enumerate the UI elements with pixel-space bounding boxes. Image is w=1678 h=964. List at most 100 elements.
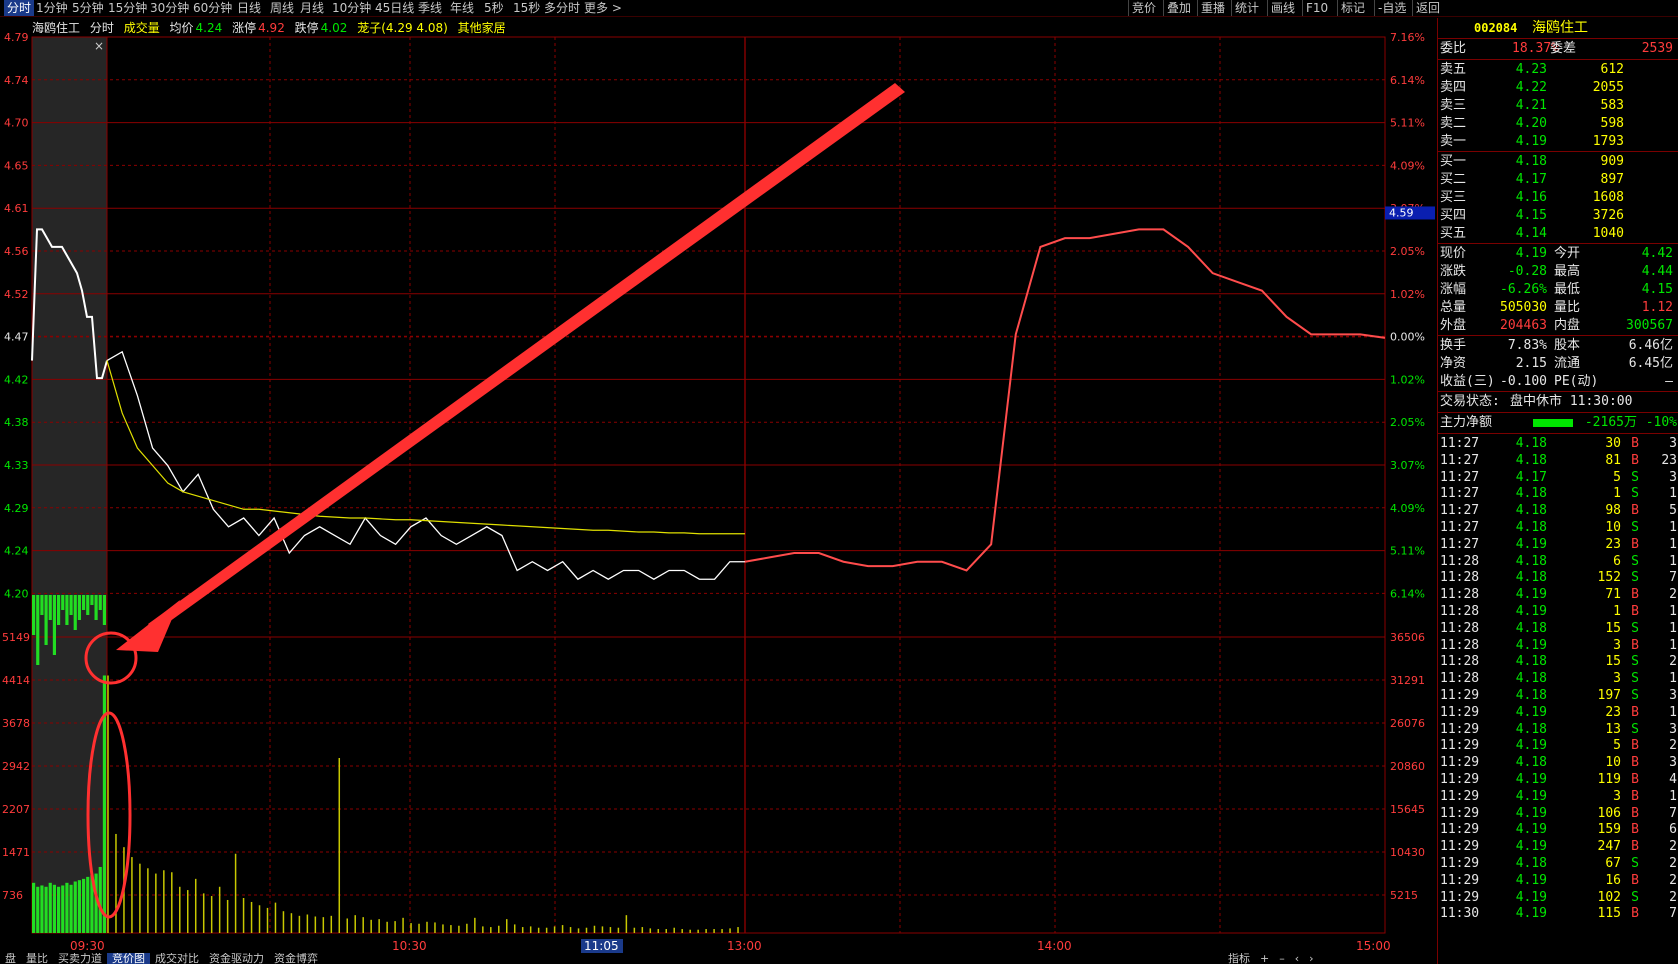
tick-count: 2	[1669, 587, 1677, 603]
tick-direction: B	[1631, 536, 1639, 552]
price-line	[106, 350, 745, 581]
price-tick-label: 4.20	[4, 587, 29, 600]
bottom-tab-6[interactable]: 资金博弈	[269, 953, 323, 964]
auction-volume-bar	[52, 884, 56, 933]
tick-count: 1	[1669, 604, 1677, 619]
quote-label: 涨幅	[1440, 282, 1467, 297]
tick-direction: B	[1631, 637, 1639, 653]
volume-right-label: 31291	[1390, 674, 1425, 687]
tick-volume: 3	[1613, 671, 1621, 687]
volume-tick-label: 1471	[2, 846, 30, 859]
tick-price: 4.19	[1515, 906, 1547, 922]
bottom-tool-0[interactable]: 指标	[1223, 953, 1255, 964]
tick-direction: B	[1631, 503, 1639, 519]
panel-divider	[1438, 391, 1678, 392]
quote-value: 4.15	[1641, 282, 1673, 297]
ask-label: 卖一	[1440, 134, 1467, 149]
tick-price: 4.18	[1515, 688, 1547, 703]
auction-volume-bar	[86, 876, 90, 933]
tick-time: 11:29	[1440, 788, 1480, 804]
tick-count: 6	[1669, 822, 1677, 838]
volume-right-label: 15645	[1390, 803, 1425, 816]
tick-count: 1	[1669, 553, 1677, 569]
auction-imbalance-bar	[77, 595, 81, 620]
bottom-tool-4[interactable]: ›	[1304, 953, 1318, 964]
tick-direction: S	[1631, 721, 1639, 737]
tick-time: 11:27	[1440, 469, 1480, 485]
tick-row: 11:29 4.18 197 S 3	[1438, 687, 1678, 705]
bottom-tab-0[interactable]: 盘	[0, 953, 21, 964]
pct-tick-label: 7.16%	[1390, 31, 1425, 44]
quote-row: 涨跌 -0.28 最高 4.44	[1438, 263, 1678, 281]
pct-tick-label: 5.11%	[1390, 117, 1425, 130]
stat-value: 6.46亿	[1628, 338, 1673, 353]
ask-row: 卖五 4.23 612	[1438, 61, 1678, 79]
stat-label: 净资	[1440, 356, 1467, 371]
chart-frame	[31, 36, 1386, 934]
close-icon[interactable]: ×	[94, 39, 104, 53]
tick-direction: S	[1631, 486, 1639, 502]
bid-volume: 1040	[1592, 226, 1624, 241]
bid-price: 4.15	[1515, 208, 1547, 223]
volume-right-label: 10430	[1390, 846, 1425, 859]
bottom-tab-1[interactable]: 量比	[21, 953, 53, 964]
tick-row: 11:28 4.18 15 S 1	[1438, 620, 1678, 638]
bid-label: 买四	[1440, 208, 1467, 223]
auction-imbalance-bar	[65, 595, 69, 625]
tick-price: 4.19	[1515, 772, 1547, 787]
bottom-tool-2[interactable]: –	[1274, 953, 1290, 964]
stat-label: PE(动)	[1554, 374, 1599, 389]
tick-direction: S	[1631, 520, 1639, 535]
tick-price: 4.19	[1515, 889, 1547, 905]
tick-count: 3	[1669, 721, 1677, 737]
tick-direction: B	[1631, 587, 1639, 603]
tick-volume: 30	[1605, 436, 1621, 451]
bottom-tab-4[interactable]: 成交对比	[150, 953, 204, 964]
pct-tick-label: 6.14%	[1390, 74, 1425, 87]
tick-price: 4.18	[1515, 721, 1547, 737]
tick-row: 11:27 4.18 30 B 3	[1438, 435, 1678, 453]
tick-row: 11:27 4.18 1 S 1	[1438, 485, 1678, 503]
tick-time: 11:27	[1440, 503, 1480, 519]
tick-count: 2	[1669, 738, 1677, 754]
tick-volume: 6	[1613, 553, 1621, 569]
pct-tick-label: 1.02%	[1390, 373, 1425, 386]
auction-imbalance-bar	[98, 595, 102, 610]
tick-price: 4.18	[1515, 856, 1547, 871]
bottom-tab-3[interactable]: 竞价图	[107, 953, 150, 964]
auction-imbalance-bar	[44, 595, 48, 645]
time-axis-label: 10:30	[392, 939, 427, 953]
tick-volume: 1	[1613, 486, 1621, 502]
tick-count: 7	[1669, 570, 1677, 586]
auction-imbalance-bar	[73, 595, 77, 630]
stat-value: 2.15	[1515, 356, 1547, 371]
tick-volume: 3	[1613, 788, 1621, 804]
quote-value: 204463	[1500, 318, 1547, 333]
tick-time: 11:28	[1440, 671, 1480, 687]
auction-imbalance-bar	[102, 595, 106, 625]
flow-label: 主力净额	[1440, 415, 1493, 430]
stat-value: 7.83%	[1507, 338, 1547, 353]
stat-label: 股本	[1554, 338, 1581, 353]
bottom-tab-5[interactable]: 资金驱动力	[204, 953, 269, 964]
tick-row: 11:28 4.18 152 S 7	[1438, 569, 1678, 587]
auction-imbalance-bar	[86, 595, 90, 615]
tick-price: 4.18	[1515, 654, 1547, 670]
quote-value: 4.44	[1641, 264, 1673, 279]
tick-price: 4.18	[1515, 486, 1547, 502]
red-arrow-head	[116, 600, 180, 652]
tick-row: 11:27 4.18 10 S 1	[1438, 519, 1678, 537]
tick-row: 11:28 4.18 3 S 1	[1438, 670, 1678, 688]
price-tick-label: 4.52	[4, 288, 29, 301]
flow-pct: -10%	[1645, 415, 1677, 430]
bottom-tool-1[interactable]: +	[1255, 953, 1274, 964]
intraday-chart[interactable]: 4.79 4.74 4.70 4.65 4.61 4.56 4.52 4.47 4.42 4.38…	[0, 0, 1437, 964]
tick-row: 11:27 4.18 81 B 23	[1438, 452, 1678, 470]
tick-row: 11:29 4.18 13 S 3	[1438, 721, 1678, 739]
bottom-tab-2[interactable]: 买卖力道	[53, 953, 107, 964]
ask-price: 4.21	[1515, 98, 1547, 113]
tick-direction: S	[1631, 688, 1639, 703]
stat-row: 换手 7.83% 股本 6.46亿	[1438, 337, 1678, 355]
tick-volume: 159	[1597, 822, 1621, 838]
bottom-tool-3[interactable]: ‹	[1290, 953, 1304, 964]
